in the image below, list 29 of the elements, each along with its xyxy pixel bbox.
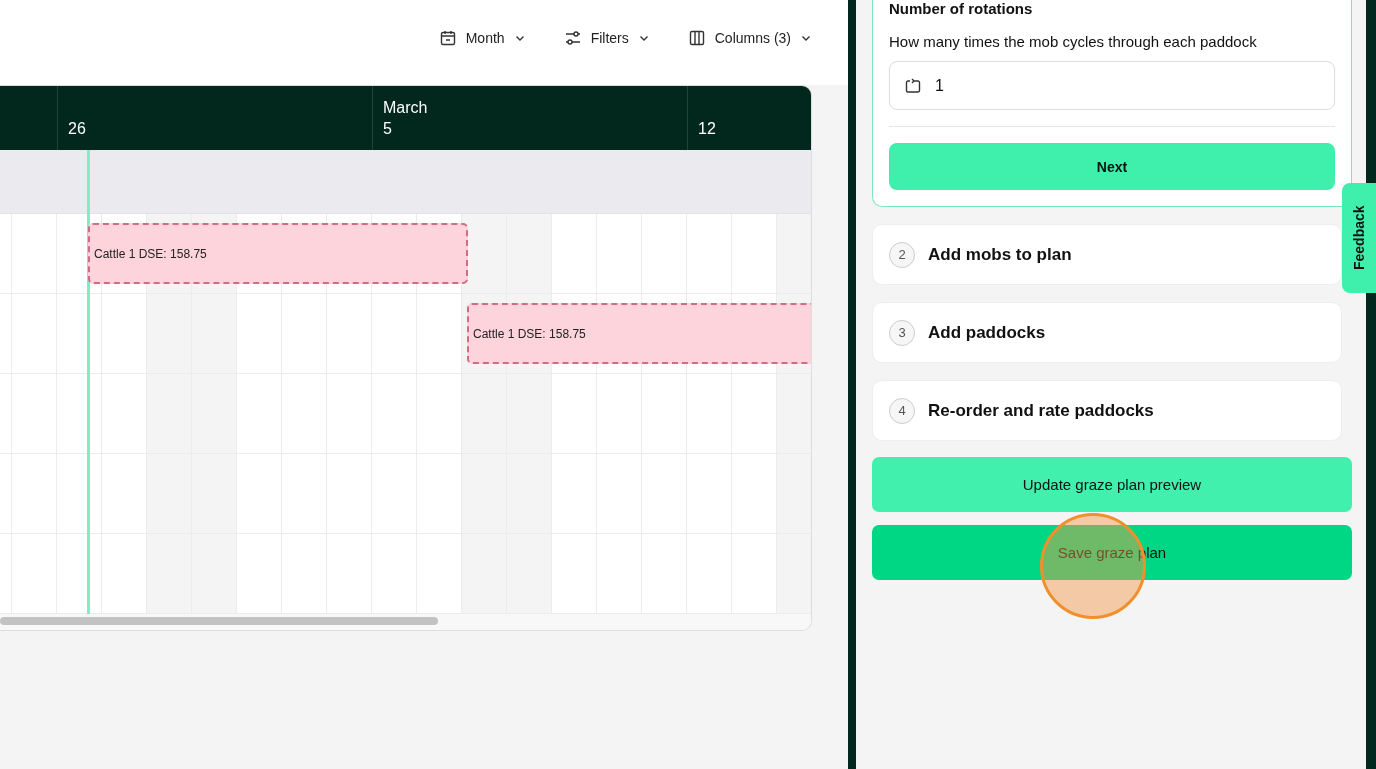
day-label: 5 — [383, 120, 393, 138]
sliders-icon — [563, 28, 582, 47]
step-title: Add mobs to plan — [928, 244, 1072, 265]
grazing-bar[interactable]: Cattle 1 DSE: 158.75 — [467, 303, 811, 364]
feedback-tab[interactable]: Feedback — [1342, 183, 1376, 293]
next-button[interactable]: Next — [889, 143, 1335, 190]
repeat-icon — [904, 76, 922, 95]
step-title: Re-order and rate paddocks — [928, 400, 1154, 421]
scrollbar-thumb[interactable] — [0, 617, 438, 625]
toolbar-dropdown[interactable]: Columns (3) — [677, 22, 822, 53]
day-label: 12 — [698, 120, 717, 138]
step-number: 2 — [889, 241, 915, 268]
day-label: 26 — [68, 120, 87, 138]
field-description: How many times the mob cycles through each paddock — [889, 33, 1258, 50]
calendar-icon — [438, 28, 457, 47]
step-card[interactable]: 4 Re-order and rate paddocks — [872, 380, 1342, 441]
columns-icon — [687, 28, 706, 47]
step-card[interactable]: 3 Add paddocks — [872, 302, 1342, 363]
step-card[interactable]: 2 Add mobs to plan — [872, 224, 1342, 285]
update-preview-button[interactable]: Update graze plan preview — [872, 457, 1352, 512]
step-number: 3 — [889, 319, 915, 346]
toolbar-dropdown[interactable]: Filters — [553, 22, 660, 53]
month-label: March — [383, 99, 429, 117]
step-number: 4 — [889, 397, 915, 424]
toolbar-dropdown[interactable]: Month — [428, 22, 536, 53]
grazing-bar[interactable]: Cattle 1 DSE: 158.75 — [88, 223, 468, 284]
step-title: Add paddocks — [928, 322, 1046, 343]
field-label: Number of rotations — [889, 0, 1034, 17]
rotations-input[interactable]: 1 — [889, 61, 1335, 110]
